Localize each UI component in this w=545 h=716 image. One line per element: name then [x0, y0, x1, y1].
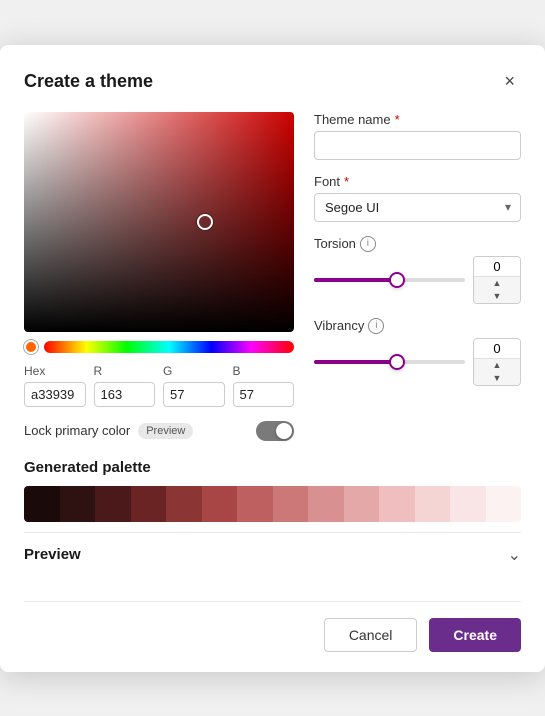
theme-name-label-row: Theme name *	[314, 112, 521, 127]
r-label: R	[94, 364, 156, 378]
hue-bar[interactable]	[44, 341, 294, 353]
palette-swatch	[237, 486, 273, 522]
vibrancy-decrement-button[interactable]: ▼	[474, 372, 520, 385]
vibrancy-spinner-buttons: ▲ ▼	[474, 359, 520, 385]
lock-primary-toggle[interactable]	[256, 421, 294, 441]
palette-swatch	[131, 486, 167, 522]
hue-slider-row	[24, 340, 294, 354]
font-label-row: Font *	[314, 174, 521, 189]
vibrancy-slider-track[interactable]	[314, 360, 465, 364]
palette-swatch	[95, 486, 131, 522]
preview-section-title: Preview	[24, 546, 81, 563]
palette-swatch	[202, 486, 238, 522]
torsion-spinner: ▲ ▼	[473, 256, 521, 304]
preview-section[interactable]: Preview ⌄	[24, 532, 521, 577]
vibrancy-value-input[interactable]	[474, 339, 520, 359]
palette-swatch	[24, 486, 60, 522]
palette-swatch	[379, 486, 415, 522]
hue-dot	[24, 340, 38, 354]
preview-chevron-icon: ⌄	[508, 545, 521, 565]
preview-badge: Preview	[138, 423, 193, 439]
color-gradient-picker[interactable]	[24, 112, 294, 332]
r-input[interactable]	[94, 382, 156, 407]
torsion-slider-track[interactable]	[314, 278, 465, 282]
b-input[interactable]	[233, 382, 295, 407]
vibrancy-slider-thumb	[389, 354, 405, 370]
create-button[interactable]: Create	[429, 618, 521, 652]
main-content: Hex R G B Lock primary color Pre	[24, 112, 521, 441]
palette-swatch	[415, 486, 451, 522]
lock-row: Lock primary color Preview	[24, 421, 294, 441]
dialog-header: Create a theme ×	[24, 69, 521, 94]
torsion-label-row: Torsion i	[314, 236, 521, 252]
hex-input[interactable]	[24, 382, 86, 407]
r-group: R	[94, 364, 156, 407]
b-group: B	[233, 364, 295, 407]
hex-label: Hex	[24, 364, 86, 378]
palette-row	[24, 486, 521, 522]
g-group: G	[163, 364, 225, 407]
theme-name-label: Theme name	[314, 112, 391, 127]
torsion-decrement-button[interactable]: ▼	[474, 290, 520, 303]
g-label: G	[163, 364, 225, 378]
font-field: Font * Segoe UI Arial Calibri ▾	[314, 174, 521, 222]
vibrancy-increment-button[interactable]: ▲	[474, 359, 520, 372]
palette-swatch	[486, 486, 522, 522]
vibrancy-spinner: ▲ ▼	[473, 338, 521, 386]
right-panel: Theme name * Font * Segoe UI Arial Calib…	[314, 112, 521, 441]
b-label: B	[233, 364, 295, 378]
torsion-slider-row: ▲ ▼	[314, 256, 521, 304]
vibrancy-field: Vibrancy i ▲ ▼	[314, 318, 521, 386]
palette-section: Generated palette	[24, 459, 521, 522]
vibrancy-label-row: Vibrancy i	[314, 318, 521, 334]
palette-swatch	[308, 486, 344, 522]
left-panel: Hex R G B Lock primary color Pre	[24, 112, 294, 441]
font-select[interactable]: Segoe UI Arial Calibri	[314, 193, 521, 222]
hex-group: Hex	[24, 364, 86, 407]
close-button[interactable]: ×	[498, 69, 521, 94]
font-required: *	[344, 174, 349, 189]
torsion-value-input[interactable]	[474, 257, 520, 277]
palette-swatch	[166, 486, 202, 522]
dialog-title: Create a theme	[24, 71, 153, 92]
torsion-info-icon: i	[360, 236, 376, 252]
theme-name-required: *	[395, 112, 400, 127]
palette-swatch	[60, 486, 96, 522]
torsion-spinner-buttons: ▲ ▼	[474, 277, 520, 303]
palette-title: Generated palette	[24, 459, 521, 476]
vibrancy-slider-row: ▲ ▼	[314, 338, 521, 386]
vibrancy-info-icon: i	[368, 318, 384, 334]
torsion-field: Torsion i ▲ ▼	[314, 236, 521, 304]
theme-name-input[interactable]	[314, 131, 521, 160]
hex-rgb-row: Hex R G B	[24, 364, 294, 407]
lock-primary-label: Lock primary color	[24, 423, 130, 438]
color-picker-cursor	[197, 214, 213, 230]
theme-name-field: Theme name *	[314, 112, 521, 160]
palette-swatch	[450, 486, 486, 522]
palette-swatch	[273, 486, 309, 522]
font-select-wrapper: Segoe UI Arial Calibri ▾	[314, 193, 521, 222]
torsion-increment-button[interactable]: ▲	[474, 277, 520, 290]
torsion-label: Torsion	[314, 236, 356, 251]
g-input[interactable]	[163, 382, 225, 407]
torsion-slider-thumb	[389, 272, 405, 288]
font-label: Font	[314, 174, 340, 189]
vibrancy-label: Vibrancy	[314, 318, 364, 333]
cancel-button[interactable]: Cancel	[324, 618, 418, 652]
dialog-footer: Cancel Create	[24, 601, 521, 652]
palette-swatch	[344, 486, 380, 522]
create-theme-dialog: Create a theme × Hex R	[0, 45, 545, 672]
toggle-knob	[276, 423, 292, 439]
